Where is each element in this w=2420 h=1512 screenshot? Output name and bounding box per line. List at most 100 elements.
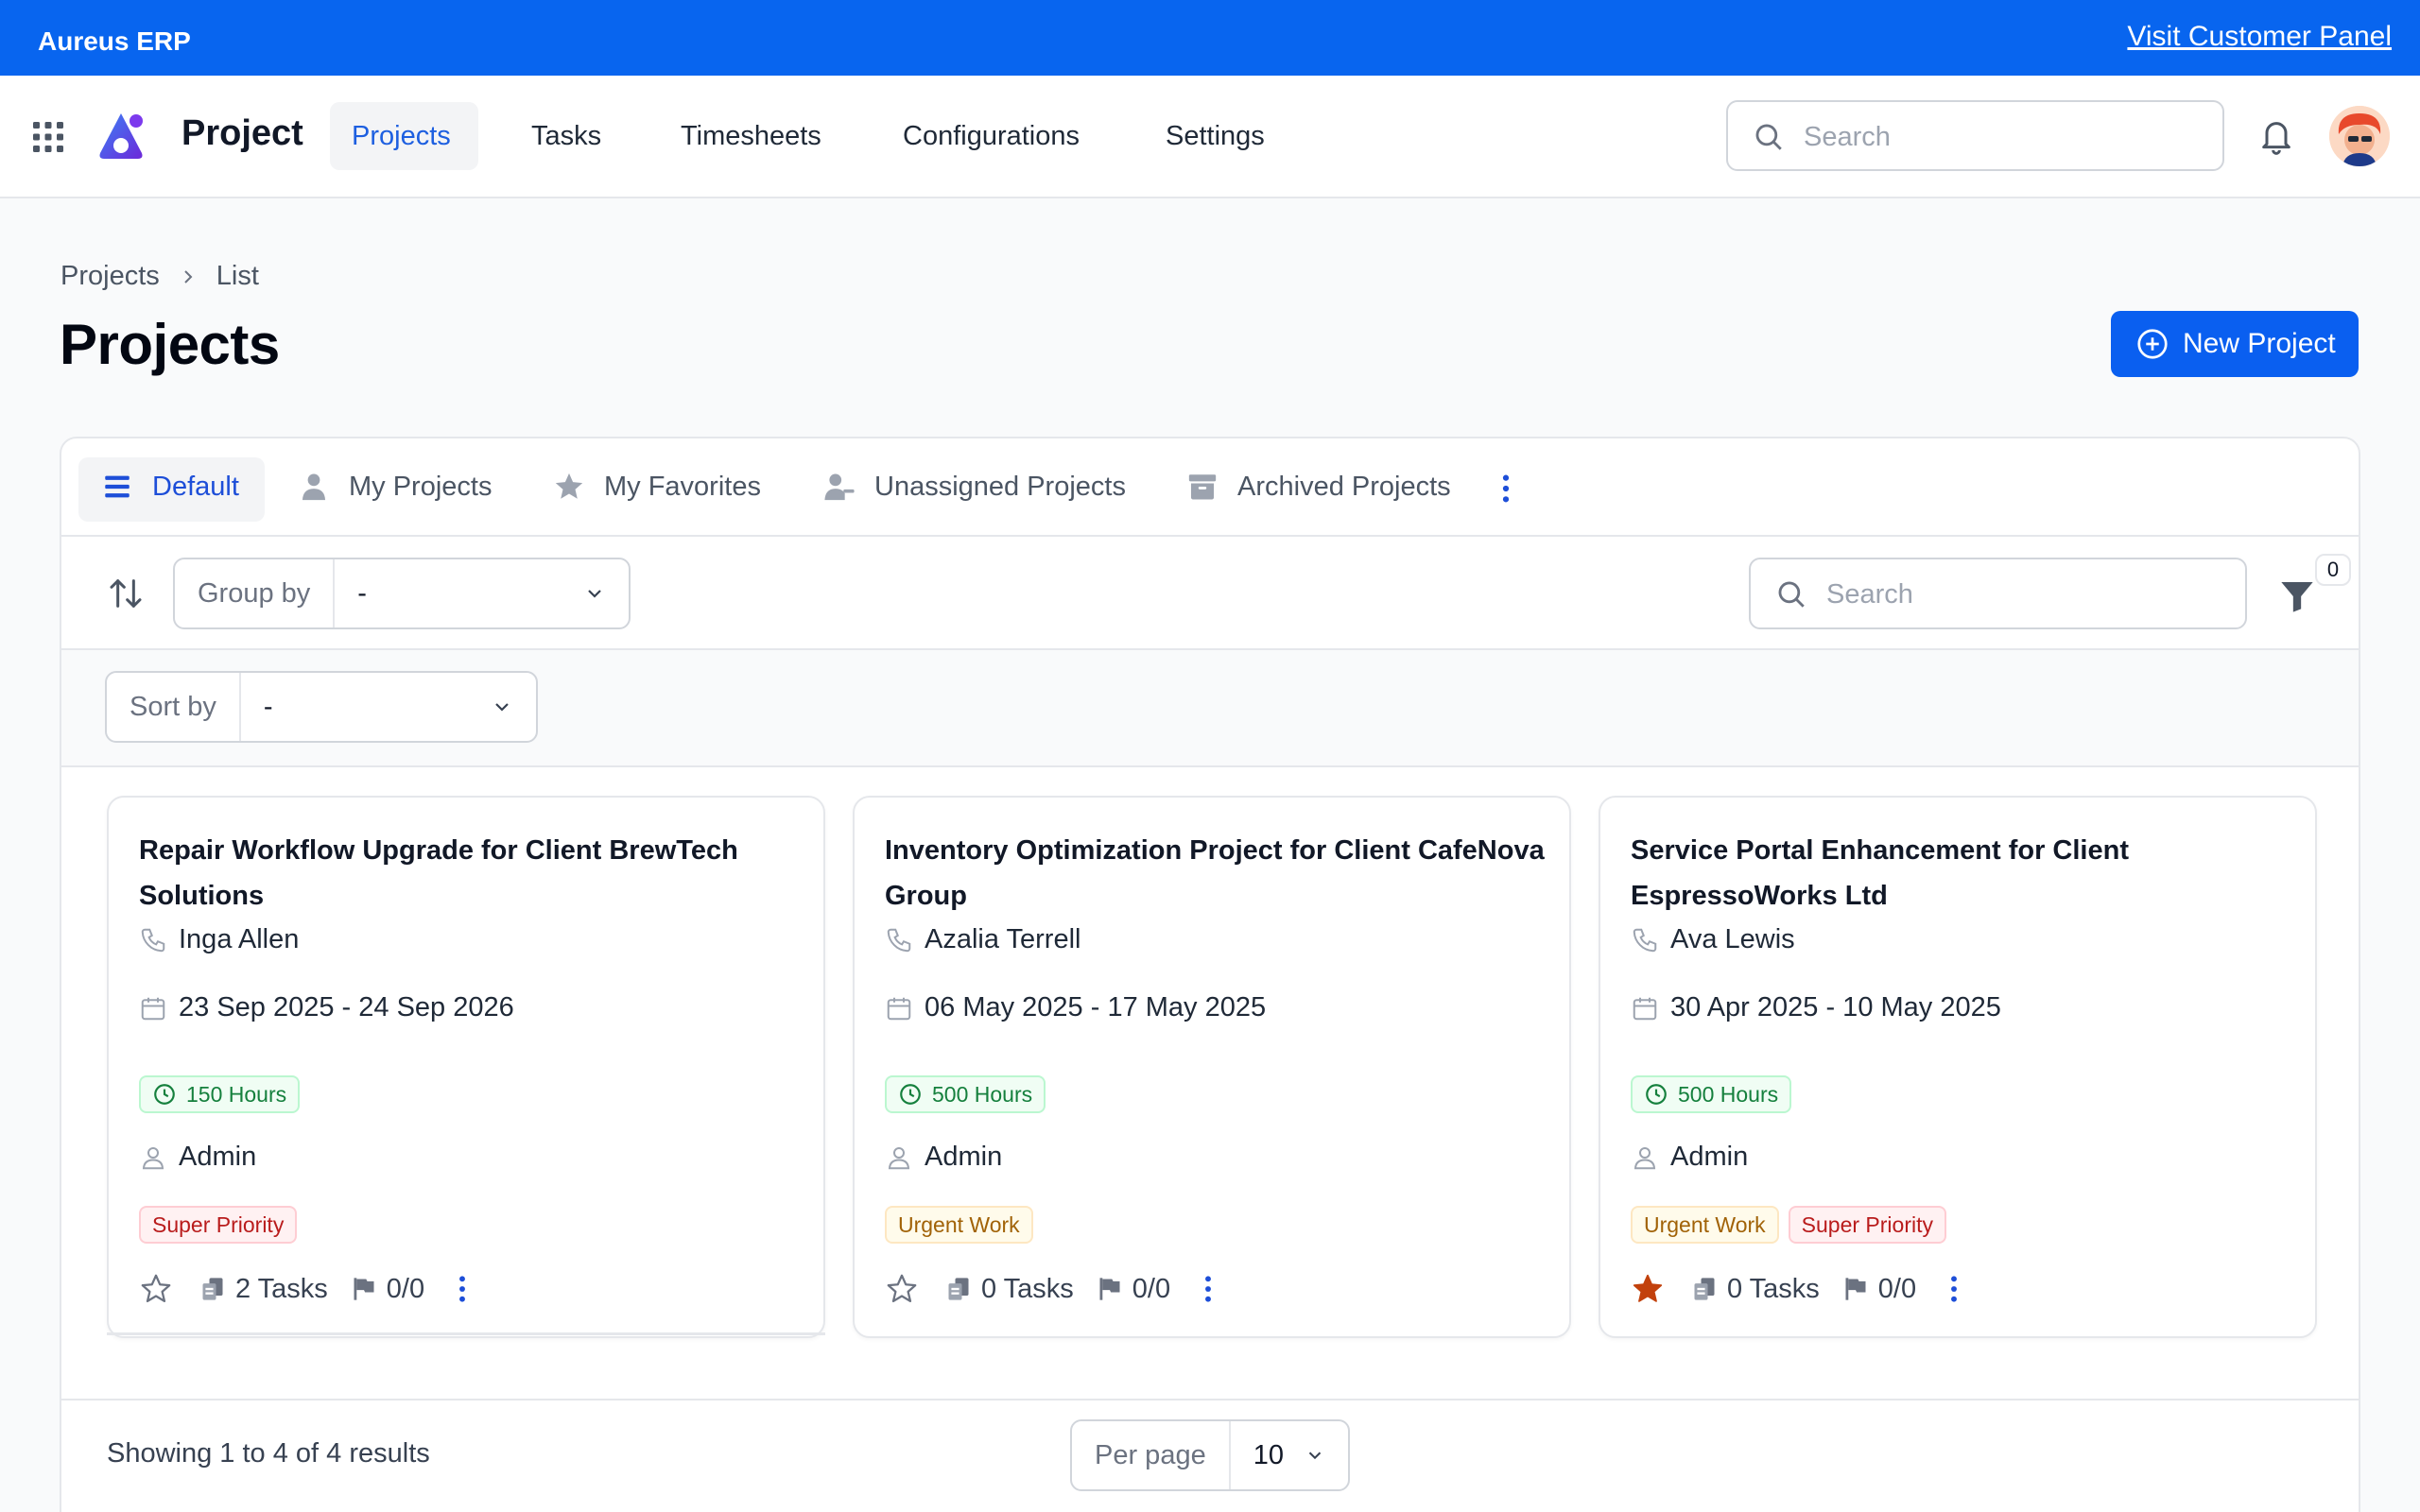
allocated-hours-text: 500 Hours: [1678, 1081, 1779, 1107]
favorite-star-outline-icon[interactable]: [139, 1272, 173, 1306]
favorite-star-filled-icon[interactable]: [1631, 1272, 1665, 1306]
chevron-down-icon: [588, 590, 601, 598]
list-icon: [105, 475, 130, 498]
calendar-icon: [1633, 997, 1657, 1020]
new-project-label: New Project: [2183, 328, 2336, 359]
sort-bar: Sort by -: [61, 650, 2359, 767]
tab-my-projects[interactable]: My Projects: [298, 465, 492, 508]
tab-unassigned-projects[interactable]: Unassigned Projects: [823, 465, 1126, 508]
chevron-down-icon: [495, 703, 509, 712]
project-cards-grid: Repair Workflow Upgrade for Client BrewT…: [61, 767, 2359, 1365]
search-icon: [1778, 581, 1805, 608]
filter-count-badge: 0: [2315, 554, 2351, 586]
project-date-range: 30 Apr 2025 - 10 May 2025: [1670, 992, 2001, 1022]
allocated-hours-badge: 500 Hours: [885, 1075, 1046, 1113]
new-project-button[interactable]: New Project: [2111, 311, 2359, 377]
list-search-placeholder: Search: [1826, 579, 1913, 610]
tasks-count[interactable]: 0 Tasks: [945, 1274, 1074, 1305]
sort-by-current: -: [263, 691, 273, 722]
top-bar: Aureus ERP Visit Customer Panel: [0, 0, 2420, 76]
milestones-count: 0/0: [351, 1274, 424, 1305]
card-more-vertical-dots-icon[interactable]: [1948, 1274, 1960, 1304]
visit-customer-panel-link[interactable]: Visit Customer Panel: [2127, 21, 2392, 53]
apps-grid-icon[interactable]: [32, 121, 64, 153]
project-date-range: 23 Sep 2025 - 24 Sep 2026: [179, 992, 514, 1022]
project-dates: 30 Apr 2025 - 10 May 2025: [1631, 992, 2001, 1023]
tasks-count-text: 2 Tasks: [235, 1273, 328, 1304]
project-contact-name: Azalia Terrell: [925, 924, 1081, 954]
project-card-title[interactable]: Service Portal Enhancement for Client Es…: [1631, 828, 2292, 919]
milestones-count: 0/0: [1097, 1274, 1170, 1305]
list-toolbar: Group by - Search 0: [61, 537, 2359, 650]
tasks-count[interactable]: 0 Tasks: [1691, 1274, 1820, 1305]
global-search-input[interactable]: Search: [1726, 100, 2224, 171]
nav-projects[interactable]: Projects: [352, 121, 451, 152]
project-manager-name: Admin: [179, 1142, 257, 1172]
group-by-current: -: [357, 577, 367, 609]
plus-circle-icon: [2137, 329, 2168, 359]
sort-by-select[interactable]: Sort by -: [105, 671, 538, 743]
tag-super-priority: Super Priority: [139, 1206, 298, 1244]
next-row-card-edge: [107, 1332, 825, 1335]
group-by-label: Group by: [175, 559, 336, 627]
project-dates: 06 May 2025 - 17 May 2025: [885, 992, 1266, 1023]
tab-unassigned-projects-label: Unassigned Projects: [874, 471, 1126, 502]
project-date-range: 06 May 2025 - 17 May 2025: [925, 992, 1267, 1022]
allocated-hours-text: 150 Hours: [186, 1081, 287, 1107]
tab-archived-projects-label: Archived Projects: [1237, 471, 1451, 502]
per-page-select[interactable]: Per page 10: [1070, 1419, 1350, 1491]
group-by-value[interactable]: -: [335, 559, 629, 627]
project-card[interactable]: Service Portal Enhancement for Client Es…: [1599, 796, 2317, 1338]
tasks-icon: [1694, 1278, 1715, 1300]
tab-my-favorites[interactable]: My Favorites: [553, 465, 761, 508]
tasks-count-text: 0 Tasks: [1727, 1273, 1820, 1304]
project-contact: Azalia Terrell: [885, 924, 1080, 955]
group-by-select[interactable]: Group by -: [173, 558, 631, 629]
tab-default[interactable]: Default: [101, 465, 239, 508]
breadcrumb-projects-link[interactable]: Projects: [60, 261, 160, 292]
phone-icon: [887, 928, 911, 952]
user-outline-icon: [1634, 1146, 1656, 1169]
project-card-title[interactable]: Inventory Optimization Project for Clien…: [885, 828, 1547, 919]
per-page-current: 10: [1253, 1439, 1284, 1470]
archive-icon: [1188, 474, 1217, 500]
milestones-count-text: 0/0: [1877, 1273, 1917, 1304]
projects-panel: Default My Projects My Favorites Unassig…: [60, 437, 2360, 1512]
project-manager: Admin: [885, 1142, 1002, 1173]
project-card[interactable]: Inventory Optimization Project for Clien…: [853, 796, 1571, 1338]
sort-direction-icon[interactable]: [107, 575, 145, 612]
nav-settings[interactable]: Settings: [1166, 121, 1265, 152]
user-avatar[interactable]: [2329, 106, 2390, 166]
tasks-icon: [948, 1278, 969, 1300]
tag-super-priority: Super Priority: [1788, 1206, 1946, 1244]
app-title: Project: [182, 113, 303, 153]
more-tabs-vertical-dots-icon[interactable]: [1498, 472, 1513, 505]
list-search-input[interactable]: Search: [1749, 558, 2247, 629]
per-page-value[interactable]: 10: [1231, 1421, 1348, 1489]
nav-tasks[interactable]: Tasks: [531, 121, 601, 152]
allocated-hours-text: 500 Hours: [932, 1081, 1033, 1107]
project-card-footer: 2 Tasks 0/0: [139, 1272, 468, 1306]
tasks-count[interactable]: 2 Tasks: [199, 1274, 328, 1305]
user-minus-icon: [824, 473, 855, 501]
project-contact: Ava Lewis: [1631, 924, 1795, 955]
project-card-footer: 0 Tasks 0/0: [1631, 1272, 1960, 1306]
nav-timesheets[interactable]: Timesheets: [681, 121, 821, 152]
sort-by-value[interactable]: -: [241, 673, 536, 741]
project-card-title[interactable]: Repair Workflow Upgrade for Client BrewT…: [139, 828, 801, 919]
card-more-vertical-dots-icon[interactable]: [1202, 1274, 1214, 1304]
filter-funnel-icon[interactable]: [2278, 576, 2316, 616]
pagination-footer: Showing 1 to 4 of 4 results Per page 10: [61, 1399, 2359, 1512]
phone-icon: [141, 928, 165, 952]
notification-bell-icon[interactable]: [2257, 115, 2295, 157]
tab-archived-projects[interactable]: Archived Projects: [1186, 465, 1451, 508]
project-card[interactable]: Repair Workflow Upgrade for Client BrewT…: [107, 796, 825, 1338]
card-more-vertical-dots-icon[interactable]: [457, 1274, 468, 1304]
calendar-icon: [141, 997, 165, 1020]
project-tags: Urgent Work Super Priority: [1631, 1206, 1946, 1244]
per-page-label: Per page: [1072, 1421, 1231, 1489]
user-outline-icon: [142, 1146, 164, 1169]
nav-configurations[interactable]: Configurations: [903, 121, 1080, 152]
favorite-star-outline-icon[interactable]: [885, 1272, 919, 1306]
clock-icon: [154, 1084, 175, 1105]
